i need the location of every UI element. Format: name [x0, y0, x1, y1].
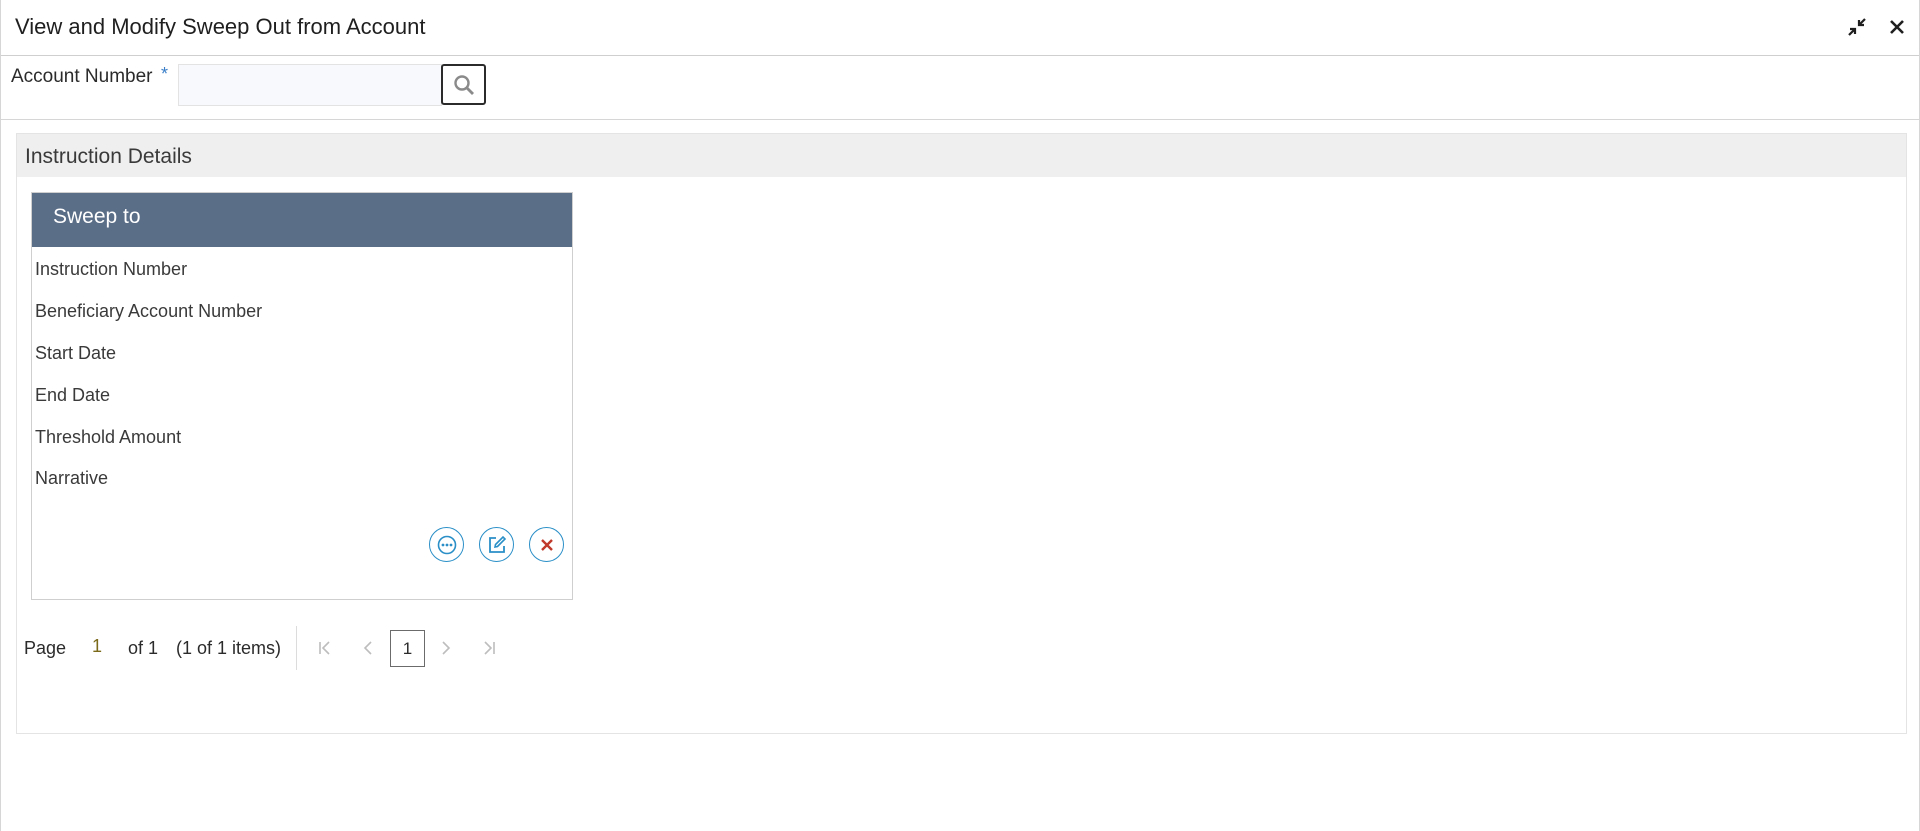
pager-current-page[interactable]: 1	[92, 636, 102, 657]
title-bar: View and Modify Sweep Out from Account	[1, 0, 1919, 56]
previous-page-button[interactable]	[354, 634, 382, 662]
account-number-input[interactable]	[178, 64, 442, 106]
section-header: Instruction Details	[17, 134, 1906, 177]
chevron-right-icon	[442, 641, 451, 655]
card-title: Sweep to	[53, 205, 141, 228]
pager-divider	[296, 626, 297, 670]
section-title: Instruction Details	[25, 145, 192, 168]
delete-button[interactable]	[529, 527, 564, 562]
field-beneficiary-account-number: Beneficiary Account Number	[35, 301, 263, 321]
account-search-button[interactable]	[441, 64, 486, 105]
window-title: View and Modify Sweep Out from Account	[15, 14, 426, 39]
field-end-date: End Date	[35, 385, 111, 405]
chevron-left-icon	[363, 641, 372, 655]
field-start-date: Start Date	[35, 343, 117, 363]
close-x-icon	[540, 538, 553, 551]
next-page-button[interactable]	[432, 634, 460, 662]
account-number-label: Account Number	[11, 66, 153, 87]
last-page-icon	[484, 641, 495, 655]
collapse-arrows-icon	[1848, 18, 1866, 36]
search-icon	[453, 74, 474, 95]
first-page-button[interactable]	[311, 634, 339, 662]
pagination: Page 1 of 1 (1 of 1 items) 1	[17, 622, 617, 672]
edit-button[interactable]	[479, 527, 514, 562]
last-page-button[interactable]	[475, 634, 503, 662]
field-narrative: Narrative	[35, 468, 109, 488]
instruction-details-section: Instruction Details Sweep to Instruction…	[16, 133, 1907, 734]
field-instruction-number: Instruction Number	[35, 259, 188, 279]
sweep-instruction-card: Sweep to Instruction Number Beneficiary …	[31, 192, 573, 600]
dialog-window: View and Modify Sweep Out from Account A…	[0, 0, 1920, 831]
edit-icon	[488, 535, 506, 553]
pager-of-label: of 1	[128, 638, 159, 658]
view-details-button[interactable]	[429, 527, 464, 562]
required-marker: *	[161, 64, 169, 84]
account-search-row: Account Number *	[1, 56, 1919, 120]
page-1-button[interactable]: 1	[390, 630, 425, 667]
field-threshold-amount: Threshold Amount	[35, 427, 182, 447]
first-page-icon	[319, 641, 330, 655]
more-dots-icon	[437, 535, 456, 554]
card-header: Sweep to	[32, 193, 572, 247]
close-icon	[1890, 20, 1904, 34]
collapse-window-button[interactable]	[1843, 13, 1871, 41]
pager-items-label: (1 of 1 items)	[176, 638, 282, 658]
close-window-button[interactable]	[1883, 13, 1911, 41]
pager-page-label: Page	[24, 638, 67, 658]
